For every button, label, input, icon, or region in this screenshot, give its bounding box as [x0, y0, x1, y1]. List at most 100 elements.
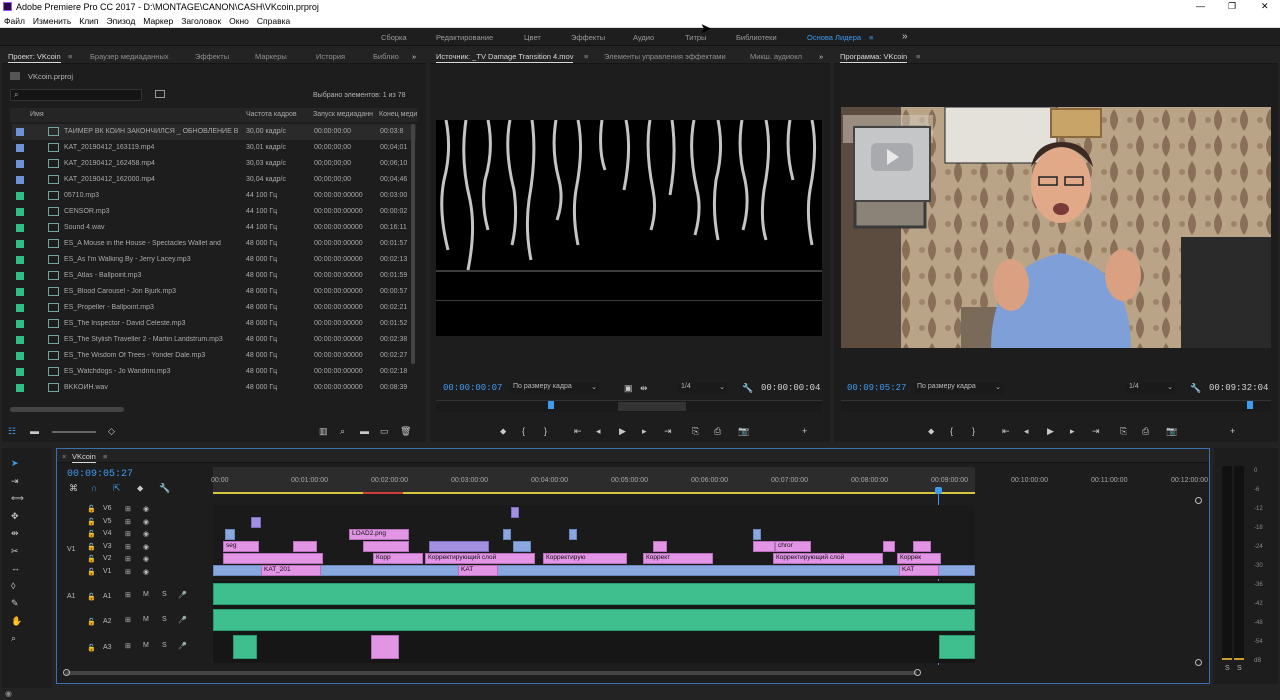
project-item-row[interactable]: ES_Propeller - Ballpoint.mp3 48 000 Гц 00:…	[12, 300, 416, 316]
panel-menu-icon[interactable]: ≡	[68, 52, 72, 61]
eye-icon[interactable]: ◉	[143, 555, 149, 563]
column-header-name[interactable]: Имя	[30, 111, 44, 118]
insert-icon[interactable]: ⎘	[692, 426, 699, 437]
project-item-row[interactable]: ES_Atlas - Ballpoint.mp3 48 000 Гц 00:00:0…	[12, 268, 416, 284]
adjustment-layer-clip[interactable]: Коррект	[643, 553, 713, 564]
mute-button[interactable]: M	[143, 616, 149, 623]
timeline-clip[interactable]	[511, 507, 519, 518]
new-item-icon[interactable]: ▭	[380, 426, 389, 437]
project-item-row[interactable]: ES_Blood Carousel - Jon Bjurk.mp3 48 000 …	[12, 284, 416, 300]
go-to-in-icon[interactable]: ⇤	[574, 426, 582, 437]
clip-chrome[interactable]: chror	[775, 541, 811, 552]
tab-markers[interactable]: Маркеры	[255, 52, 287, 61]
step-back-icon[interactable]: ◂	[596, 426, 601, 437]
workspace-tab[interactable]: Аудио	[633, 33, 654, 42]
menu-item[interactable]: Файл	[4, 16, 25, 26]
list-view-icon[interactable]: ☷	[8, 426, 16, 437]
workspace-more-button[interactable]: »	[902, 31, 908, 42]
play-icon[interactable]: ▶	[1047, 426, 1054, 437]
timeline-clip[interactable]	[251, 517, 261, 528]
workspace-tab[interactable]: Редактирование	[436, 33, 493, 42]
video-track-name[interactable]: V2	[103, 555, 112, 562]
sync-lock-icon[interactable]: ⊞	[125, 518, 131, 526]
clip-load-png[interactable]: LOAD2.png	[349, 529, 409, 540]
track-lock-icon[interactable]: 🔓	[87, 518, 96, 526]
video-track-name[interactable]: V3	[103, 543, 112, 550]
voice-over-record-icon[interactable]: 🎤	[178, 642, 187, 650]
tab-libraries[interactable]: Библио	[373, 52, 399, 61]
panel-more-button[interactable]: »	[412, 52, 416, 61]
project-item-row[interactable]: ES_A Mouse in the House - Spectacles Wal…	[12, 236, 416, 252]
project-item-row[interactable]: Sound 4.wav 44 100 Гц 00:00:00:00000 00:16:…	[12, 220, 416, 236]
find-icon[interactable]: ⌕	[340, 426, 345, 437]
video-track-name[interactable]: V6	[103, 505, 112, 512]
tab-project[interactable]: Проект: VKcoin	[8, 52, 61, 63]
track-lock-icon[interactable]: 🔓	[87, 505, 96, 513]
maximize-button[interactable]: ❐	[1228, 1, 1236, 12]
solo-button[interactable]: S	[162, 591, 167, 598]
timeline-clip[interactable]	[363, 541, 409, 552]
label-color-swatch[interactable]	[16, 176, 24, 184]
mark-out-icon[interactable]: }	[544, 426, 547, 436]
minimize-button[interactable]: —	[1196, 1, 1205, 11]
project-item-row[interactable]: ES_The Wisdom Of Trees - Yonder Dale.mp3…	[12, 348, 416, 364]
timeline-scrollbar[interactable]	[65, 671, 917, 675]
tab-history[interactable]: История	[316, 52, 345, 61]
sync-lock-icon[interactable]: ⊞	[125, 555, 131, 563]
project-item-row[interactable]: ES_As I'm Walking By - Jerry Lacey.mp3 48…	[12, 252, 416, 268]
tab-media-browser[interactable]: Браузер медиаданных	[90, 52, 169, 61]
track-lock-icon[interactable]: 🔓	[87, 644, 96, 652]
label-color-swatch[interactable]	[16, 384, 24, 392]
adjustment-layer-clip[interactable]: Корректирую	[543, 553, 627, 564]
column-header-fps[interactable]: Частота кадров	[246, 111, 297, 118]
project-item-row[interactable]: 05710.mp3 44 100 Гц 00:00:00:00000 00:03:00	[12, 188, 416, 204]
sync-lock-icon[interactable]: ⊞	[125, 505, 131, 513]
timeline-settings-icon[interactable]: 🔧	[159, 483, 170, 494]
solo-right-button[interactable]: S	[1237, 665, 1242, 672]
menu-item[interactable]: Заголовок	[181, 16, 221, 26]
source-playhead[interactable]	[548, 401, 554, 409]
voice-over-record-icon[interactable]: 🎤	[178, 616, 187, 624]
scroll-handle-right[interactable]	[914, 669, 921, 676]
step-forward-icon[interactable]: ▸	[642, 426, 647, 437]
panel-menu-icon[interactable]: ≡	[103, 452, 107, 461]
rolling-edit-tool-icon[interactable]: ✥	[11, 511, 19, 522]
adjustment-layer-clip[interactable]: Корректирующий слой	[773, 553, 883, 564]
sort-icon[interactable]: ◇	[108, 426, 115, 437]
play-icon[interactable]: ▶	[619, 426, 626, 437]
button-editor-icon[interactable]: +	[1230, 426, 1235, 436]
new-bin-from-search-icon[interactable]	[155, 90, 165, 98]
go-to-in-icon[interactable]: ⇤	[1002, 426, 1010, 437]
sync-lock-icon[interactable]: ⊞	[125, 568, 131, 576]
trash-icon[interactable]: 🗑	[400, 426, 411, 437]
label-color-swatch[interactable]	[16, 128, 24, 136]
label-color-swatch[interactable]	[16, 208, 24, 216]
source-patch-audio[interactable]: A1	[67, 593, 76, 600]
selection-tool-icon[interactable]: ➤	[11, 458, 19, 469]
sync-lock-icon[interactable]: ⊞	[125, 642, 131, 650]
eye-icon[interactable]: ◉	[143, 543, 149, 551]
source-patch-video[interactable]: V1	[67, 546, 76, 553]
timeline-clip[interactable]	[913, 541, 931, 552]
linked-selection-icon[interactable]: ⇱	[113, 483, 121, 494]
zoom-tool-icon[interactable]: ⌕	[11, 633, 16, 644]
clip-seg[interactable]: seg	[223, 541, 259, 552]
audio-track-name[interactable]: A1	[103, 593, 112, 600]
mark-out-icon[interactable]: }	[972, 426, 975, 436]
program-quality-select[interactable]: 1/4 ⌄	[1126, 383, 1176, 394]
track-lock-icon[interactable]: 🔓	[87, 555, 96, 563]
workspace-tab[interactable]: Сборка	[381, 33, 407, 42]
project-item-row[interactable]: KAT_20190412_162000.mp4 30,04 кадр/с 00;00…	[12, 172, 416, 188]
audio-track-a2-clip[interactable]	[213, 609, 975, 631]
track-lock-icon[interactable]: 🔓	[87, 530, 96, 538]
mark-in-icon[interactable]: {	[950, 426, 953, 436]
track-select-tool-icon[interactable]: ⇥	[11, 476, 19, 487]
rate-stretch-tool-icon[interactable]: ⇹	[11, 528, 19, 539]
adjustment-layer-clip[interactable]: Корректирующий слой	[425, 553, 535, 564]
ripple-edit-tool-icon[interactable]: ⟺	[11, 493, 24, 504]
export-frame-icon[interactable]: 📷	[738, 426, 749, 437]
playhead-head[interactable]	[935, 487, 942, 494]
tab-effects[interactable]: Эффекты	[195, 52, 229, 61]
export-frame-icon[interactable]: 📷	[1166, 426, 1177, 437]
label-color-swatch[interactable]	[16, 192, 24, 200]
